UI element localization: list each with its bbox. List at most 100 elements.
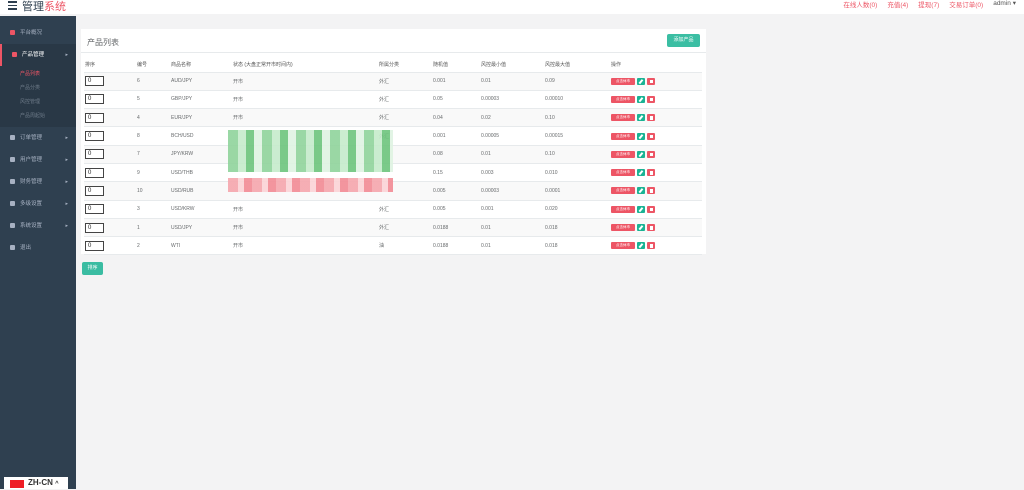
- sidebar-item-logout[interactable]: 退出: [0, 237, 76, 259]
- actions-cell: 点击休市: [610, 181, 702, 201]
- id-cell: 4: [136, 108, 170, 128]
- trade-orders-link[interactable]: 交易订单(0): [949, 0, 983, 9]
- delete-trash-icon[interactable]: [647, 77, 655, 85]
- name-cell: USD/JPY: [170, 218, 232, 238]
- random-value-cell: 0.08: [432, 145, 480, 164]
- category-cell: 外汇: [378, 200, 432, 219]
- sort-order-input[interactable]: 0: [85, 185, 104, 196]
- edit-pencil-icon[interactable]: [637, 150, 645, 158]
- edit-pencil-icon[interactable]: [637, 169, 645, 177]
- sort-order-input[interactable]: 0: [85, 149, 104, 160]
- edit-pencil-icon[interactable]: [637, 77, 645, 85]
- status-cell: 开市: [232, 90, 378, 110]
- sidebar-subitem-product-category[interactable]: 产品分类: [0, 81, 76, 95]
- sort-order-input[interactable]: 0: [85, 204, 104, 215]
- id-cell: 9: [136, 163, 170, 183]
- edit-pencil-icon[interactable]: [637, 187, 645, 195]
- delete-trash-icon[interactable]: [647, 242, 655, 250]
- random-value-cell: 0.005: [432, 181, 480, 201]
- sort-submit-button[interactable]: 排序: [82, 262, 103, 275]
- delete-trash-icon[interactable]: [647, 114, 655, 122]
- close-market-button[interactable]: 点击休市: [611, 187, 635, 195]
- delete-trash-icon[interactable]: [647, 187, 655, 195]
- finance-icon: [10, 179, 15, 184]
- sidebar-item-products[interactable]: 产品管理 ▸: [0, 44, 76, 66]
- status-cell: 开市: [232, 200, 378, 219]
- risk-max-cell: 0.018: [544, 236, 610, 256]
- delete-trash-icon[interactable]: [647, 224, 655, 232]
- sort-order-input[interactable]: 0: [85, 222, 104, 233]
- recharge-link[interactable]: 充值(4): [887, 0, 908, 9]
- delete-trash-icon[interactable]: [647, 169, 655, 177]
- edit-pencil-icon[interactable]: [637, 95, 645, 103]
- hamburger-menu-icon[interactable]: [8, 1, 17, 10]
- edit-pencil-icon[interactable]: [637, 205, 645, 213]
- sort-order-input[interactable]: 0: [85, 94, 104, 105]
- chevron-right-icon: ▸: [65, 157, 68, 163]
- close-market-button[interactable]: 点击休市: [611, 224, 635, 232]
- sort-order-input[interactable]: 0: [85, 240, 104, 251]
- redaction-mask-green: [228, 130, 393, 172]
- id-cell: 3: [136, 200, 170, 219]
- delete-trash-icon[interactable]: [647, 95, 655, 103]
- name-cell: USD/KRW: [170, 200, 232, 219]
- risk-max-cell: 0.00010: [544, 90, 610, 110]
- sidebar-item-multilevel[interactable]: 多级设置 ▸: [0, 193, 76, 215]
- close-market-button[interactable]: 点击休市: [611, 95, 635, 103]
- sort-order-input[interactable]: 0: [85, 112, 104, 123]
- close-market-button[interactable]: 点击休市: [611, 77, 635, 85]
- sidebar-item-dashboard[interactable]: 平台概况: [0, 22, 76, 44]
- sidebar-item-system[interactable]: 系统设置 ▸: [0, 215, 76, 237]
- brand-title: 管理系统: [22, 1, 66, 13]
- sort-order-input[interactable]: 0: [85, 167, 104, 178]
- user-icon: [10, 157, 15, 162]
- edit-pencil-icon[interactable]: [637, 132, 645, 140]
- column-header-random: 随机值: [432, 58, 480, 73]
- user-menu[interactable]: admin ▾: [993, 0, 1016, 9]
- actions-cell: 点击休市: [610, 108, 702, 128]
- add-product-button[interactable]: 添加产品: [667, 34, 700, 47]
- language-selector[interactable]: ZH-CN ^: [4, 477, 68, 489]
- sort-cell: 0: [84, 90, 136, 110]
- sort-order-input[interactable]: 0: [85, 76, 104, 87]
- category-cell: 外汇: [378, 72, 432, 91]
- close-market-button[interactable]: 点击休市: [611, 169, 635, 177]
- status-cell: 开市: [232, 108, 378, 128]
- column-header-risk-max: 风控最大值: [544, 58, 610, 73]
- column-header-risk-min: 风控最小值: [480, 58, 544, 73]
- edit-pencil-icon[interactable]: [637, 224, 645, 232]
- table-row: 0 7 JPY/KRW 0.08 0.01 0.10 点击休市: [84, 145, 702, 164]
- online-count-link[interactable]: 在线人数(0): [843, 0, 877, 9]
- close-market-button[interactable]: 点击休市: [611, 132, 635, 140]
- delete-trash-icon[interactable]: [647, 205, 655, 213]
- tree-icon: [10, 201, 15, 206]
- status-cell: 开市: [232, 236, 378, 256]
- risk-max-cell: 0.018: [544, 218, 610, 238]
- column-header-category: 所属分类: [378, 58, 432, 73]
- close-market-button[interactable]: 点击休市: [611, 150, 635, 158]
- sidebar-subitem-product-week[interactable]: 产品周起始: [0, 109, 76, 123]
- id-cell: 10: [136, 181, 170, 201]
- product-list-panel: 产品列表 添加产品 排序 编号 商品名称 状态 (大盘正常开市时间内) 所属分类…: [81, 29, 706, 256]
- sidebar-item-orders[interactable]: 订单管理 ▸: [0, 127, 76, 149]
- sort-cell: 0: [84, 145, 136, 164]
- edit-pencil-icon[interactable]: [637, 114, 645, 122]
- delete-trash-icon[interactable]: [647, 150, 655, 158]
- actions-cell: 点击休市: [610, 145, 702, 164]
- close-market-button[interactable]: 点击休市: [611, 242, 635, 250]
- category-cell: 外汇: [378, 90, 432, 110]
- sidebar-subitem-product-list[interactable]: 产品列表: [0, 67, 76, 81]
- sidebar-item-finance[interactable]: 财务管理 ▸: [0, 171, 76, 193]
- table-row: 08BCH/USD外汇0.0010.000050.00015点击休市: [84, 126, 702, 146]
- random-value-cell: 0.0188: [432, 218, 480, 238]
- sort-order-input[interactable]: 0: [85, 131, 104, 142]
- sidebar-subitem-risk-control[interactable]: 风控管理: [0, 95, 76, 109]
- close-market-button[interactable]: 点击休市: [611, 205, 635, 213]
- category-cell: 外汇: [378, 108, 432, 128]
- delete-trash-icon[interactable]: [647, 132, 655, 140]
- sort-cell: 0: [84, 218, 136, 238]
- sidebar-item-users[interactable]: 用户管理 ▸: [0, 149, 76, 171]
- withdraw-link[interactable]: 提现(7): [918, 0, 939, 9]
- edit-pencil-icon[interactable]: [637, 242, 645, 250]
- close-market-button[interactable]: 点击休市: [611, 114, 635, 122]
